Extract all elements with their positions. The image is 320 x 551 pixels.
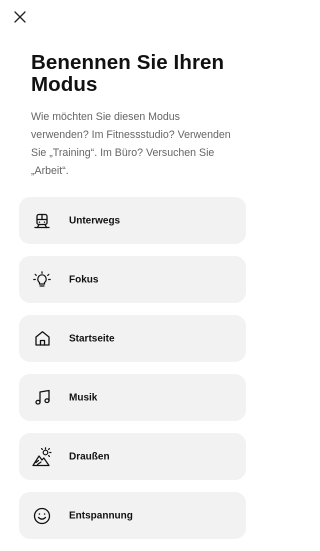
mode-item-startseite[interactable]: Startseite (19, 315, 246, 362)
mode-label-musik: Musik (69, 392, 98, 403)
mode-label-startseite: Startseite (69, 333, 115, 344)
mode-item-draussen[interactable]: Draußen (19, 433, 246, 480)
mode-item-unterwegs[interactable]: Unterwegs (19, 197, 246, 244)
mode-label-unterwegs: Unterwegs (69, 215, 121, 226)
lightbulb-icon (32, 270, 52, 290)
page-title: Benennen Sie Ihren Modus (31, 51, 225, 96)
mode-item-fokus[interactable]: Fokus (19, 256, 246, 303)
smiley-icon (32, 506, 52, 526)
close-icon (14, 11, 26, 23)
mode-label-fokus: Fokus (69, 274, 99, 285)
train-icon (32, 211, 52, 231)
mountain-sun-icon (32, 446, 52, 467)
mode-item-musik[interactable]: Musik (19, 374, 246, 421)
mode-list: Unterwegs Fokus Startseite Musik Draußen… (19, 197, 246, 551)
music-note-icon (32, 388, 52, 408)
mode-label-draussen: Draußen (69, 451, 110, 462)
home-icon (32, 329, 52, 349)
mode-item-entspannung[interactable]: Entspannung (19, 492, 246, 539)
mode-label-entspannung: Entspannung (69, 510, 133, 521)
close-button[interactable] (11, 8, 29, 26)
page-description: Wie möchten Sie diesen Modus verwenden? … (31, 111, 231, 177)
